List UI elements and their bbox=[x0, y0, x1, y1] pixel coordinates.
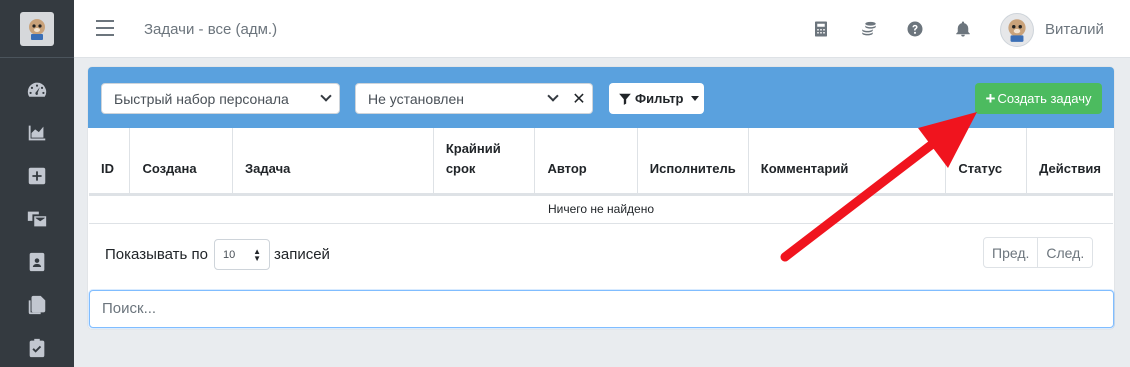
prev-page-button[interactable]: Пред. bbox=[984, 238, 1039, 267]
id-badge-icon bbox=[29, 252, 45, 271]
filter-button[interactable]: Фильтр bbox=[609, 83, 704, 114]
bell-icon[interactable] bbox=[954, 20, 972, 38]
empty-table-message: Ничего не найдено bbox=[89, 194, 1113, 224]
staff-quick-select[interactable]: Быстрый набор персонала bbox=[101, 83, 340, 114]
column-header[interactable]: Комментарий bbox=[748, 128, 947, 196]
dashboard-icon bbox=[27, 82, 47, 97]
mail-bulk-icon bbox=[27, 211, 47, 226]
help-icon[interactable] bbox=[906, 20, 924, 38]
status-select-value: Не установлен bbox=[368, 91, 464, 107]
top-navbar: Задачи - все (адм.) Виталий bbox=[74, 0, 1130, 58]
page-length-prefix: Показывать по bbox=[105, 246, 208, 263]
column-header[interactable]: Крайний срок bbox=[433, 128, 536, 196]
sidebar-item-mail[interactable] bbox=[0, 197, 74, 240]
table-header-row: ID Создана Задача Крайний срок Автор Исп… bbox=[89, 128, 1113, 196]
sidebar-item-dashboard[interactable] bbox=[0, 68, 74, 111]
create-task-label: Создать задачу bbox=[997, 91, 1092, 106]
plus-icon: + bbox=[985, 89, 996, 108]
column-header[interactable]: Задача bbox=[232, 128, 434, 196]
page-title: Задачи - все (адм.) bbox=[144, 21, 278, 38]
chart-area-icon bbox=[28, 125, 46, 140]
search-input[interactable]: Поиск... bbox=[89, 290, 1114, 328]
column-header[interactable]: Действия bbox=[1026, 128, 1113, 196]
column-header[interactable]: Автор bbox=[534, 128, 638, 196]
coins-icon[interactable] bbox=[860, 20, 878, 38]
sidebar-item-badge[interactable] bbox=[0, 240, 74, 283]
plus-square-icon bbox=[28, 167, 46, 184]
table-row: Ничего не найдено bbox=[89, 194, 1113, 224]
chevron-down-icon bbox=[320, 90, 332, 102]
staff-quick-select-value: Быстрый набор персонала bbox=[114, 91, 289, 107]
column-header[interactable]: Исполнитель bbox=[637, 128, 749, 196]
page-length-control: Показывать по 10 ▲ ▼ записей bbox=[105, 239, 330, 270]
tasks-table: ID Создана Задача Крайний срок Автор Исп… bbox=[89, 128, 1113, 224]
column-header[interactable]: Статус bbox=[945, 128, 1028, 196]
brand-logo bbox=[20, 11, 54, 46]
user-avatar[interactable] bbox=[1000, 13, 1034, 47]
sidebar-nav bbox=[0, 68, 74, 367]
filter-icon bbox=[619, 93, 631, 105]
filter-button-label: Фильтр bbox=[635, 91, 684, 106]
brand[interactable] bbox=[0, 0, 74, 58]
calculator-icon[interactable] bbox=[812, 20, 830, 38]
pagination: Пред. След. bbox=[983, 237, 1094, 268]
page-length-suffix: записей bbox=[273, 246, 330, 263]
column-header[interactable]: Создана bbox=[129, 128, 234, 196]
search-placeholder: Поиск... bbox=[102, 300, 157, 317]
menu-toggle-icon[interactable] bbox=[96, 20, 114, 38]
page-length-select[interactable]: 10 ▲ ▼ bbox=[213, 239, 270, 270]
sidebar-item-copy[interactable] bbox=[0, 283, 74, 326]
clipboard-check-icon bbox=[29, 338, 45, 357]
sidebar-item-charts[interactable] bbox=[0, 111, 74, 154]
column-header[interactable]: ID bbox=[89, 128, 131, 196]
sidebar-item-tasks[interactable] bbox=[0, 326, 74, 367]
chevron-down-icon bbox=[547, 90, 559, 102]
create-task-button[interactable]: + Создать задачу bbox=[975, 83, 1102, 114]
close-icon: ✕ bbox=[572, 90, 586, 108]
user-name[interactable]: Виталий bbox=[1045, 21, 1104, 38]
clear-status-button[interactable]: ✕ bbox=[566, 83, 593, 114]
sort-updown-icon: ▲ ▼ bbox=[253, 247, 261, 263]
copy-icon bbox=[28, 295, 46, 314]
card-toolbar: Быстрый набор персонала Не установлен ✕ … bbox=[88, 67, 1114, 128]
caret-down-icon bbox=[690, 96, 699, 101]
status-select[interactable]: Не установлен bbox=[355, 83, 567, 114]
next-page-button[interactable]: След. bbox=[1038, 238, 1092, 267]
sidebar-item-add[interactable] bbox=[0, 154, 74, 197]
page-length-value: 10 bbox=[222, 249, 236, 261]
sidebar bbox=[0, 0, 74, 367]
